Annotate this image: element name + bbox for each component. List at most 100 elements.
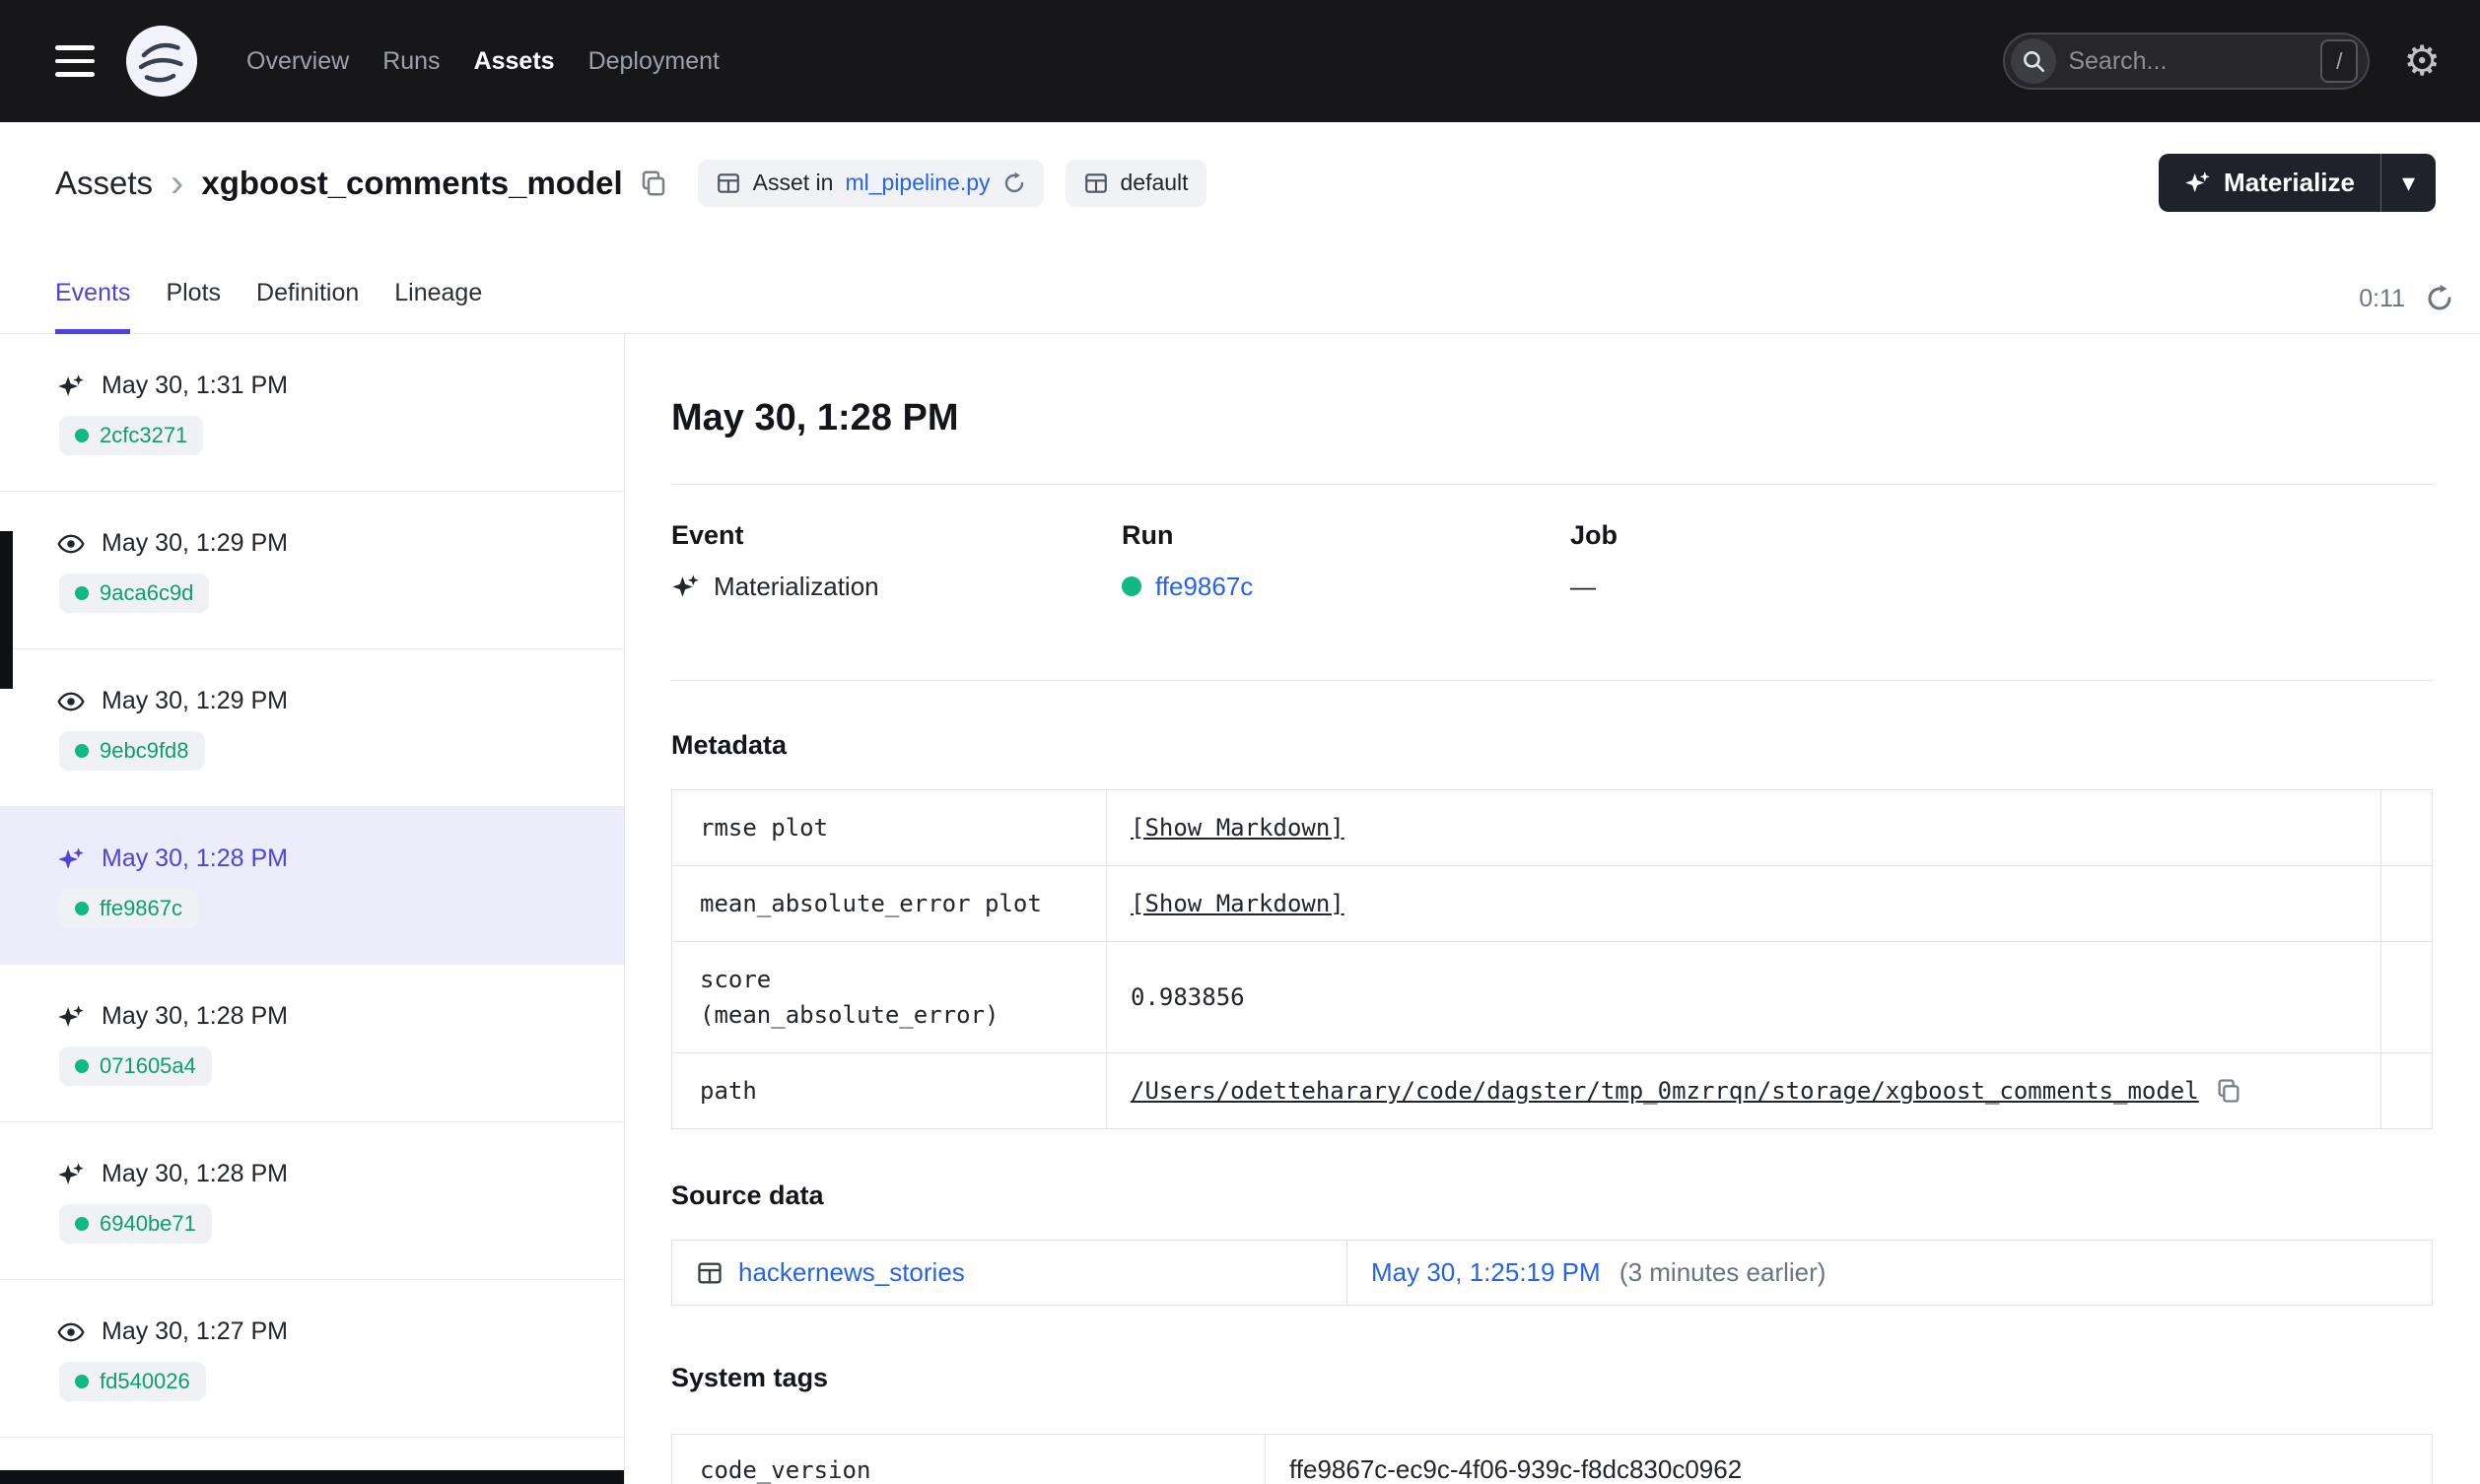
show-markdown-link[interactable]: [Show Markdown] <box>1131 814 1344 842</box>
system-tag-value: ffe9867c-ec9c-4f06-939c-f8dc830c0962 <box>1265 1434 2433 1484</box>
source-time-note: (3 minutes earlier) <box>1619 1257 1826 1287</box>
run-id: 071605a4 <box>100 1053 196 1078</box>
metadata-key: score (mean_absolute_error) <box>671 941 1107 1053</box>
run-id: 6940be71 <box>100 1211 196 1236</box>
system-tags-heading: System tags <box>671 1363 829 1392</box>
sparkle-icon <box>2185 171 2210 193</box>
nav-assets[interactable]: Assets <box>474 47 555 76</box>
run-id: fd540026 <box>100 1369 190 1393</box>
observation-eye-icon <box>57 530 85 558</box>
event-list: May 30, 1:31 PM 2cfc3271 May 30, 1:29 PM… <box>0 334 625 1484</box>
run-tag[interactable]: 2cfc3271 <box>59 416 204 455</box>
job-column-header: Job <box>1570 520 1619 550</box>
event-summary-row: Event Materialization Run ffe9867c Job — <box>671 518 2433 603</box>
materialize-button[interactable]: Materialize <box>2159 154 2380 212</box>
nav-overview[interactable]: Overview <box>246 47 349 76</box>
content: May 30, 1:31 PM 2cfc3271 May 30, 1:29 PM… <box>0 334 2480 1484</box>
breadcrumb-assets-link[interactable]: Assets <box>55 165 153 202</box>
asset-group-badge[interactable]: default <box>1065 159 1206 207</box>
run-status-dot <box>75 586 89 600</box>
chevron-right-icon: › <box>171 161 184 205</box>
asset-definition-badge[interactable]: Asset in ml_pipeline.py <box>697 159 1044 207</box>
scrollbar-vertical-thumb[interactable] <box>0 531 13 689</box>
materialize-dropdown-caret[interactable]: ▾ <box>2380 154 2436 212</box>
path-link[interactable]: /Users/odetteharary/code/dagster/tmp_0mz… <box>1131 1073 2199 1109</box>
asset-in-label: Asset in <box>752 169 834 195</box>
copy-path-icon[interactable] <box>2215 1077 2242 1105</box>
table-row: hackernews_stories May 30, 1:25:19 PM (3… <box>671 1240 2433 1306</box>
table-grid-icon <box>716 170 741 196</box>
event-list-item-2[interactable]: May 30, 1:29 PM 9ebc9fd8 <box>0 649 624 807</box>
run-status-dot <box>75 1059 89 1073</box>
run-status-dot <box>75 902 89 915</box>
table-row: rmse plot [Show Markdown] <box>671 789 2433 866</box>
show-markdown-link[interactable]: [Show Markdown] <box>1131 890 1344 917</box>
run-tag[interactable]: fd540026 <box>59 1362 206 1401</box>
page-title: xgboost_comments_model <box>201 164 623 201</box>
source-time-link[interactable]: May 30, 1:25:19 PM <box>1371 1257 1601 1287</box>
table-grid-icon <box>1083 170 1109 196</box>
table-grid-icon <box>696 1259 723 1287</box>
run-id: 9ebc9fd8 <box>100 738 189 763</box>
settings-gear-icon[interactable]: ⚙ <box>2403 40 2441 82</box>
tab-definition[interactable]: Definition <box>256 279 359 334</box>
materialize-split-button: Materialize ▾ <box>2159 154 2436 212</box>
asset-page-header: Assets › xgboost_comments_model Asset in… <box>0 122 2480 236</box>
tab-lineage[interactable]: Lineage <box>394 279 482 334</box>
search-icon <box>2011 38 2057 84</box>
run-tag[interactable]: ffe9867c <box>59 889 199 928</box>
breadcrumb: Assets › xgboost_comments_model Asset in… <box>55 159 1206 207</box>
table-row: code_version ffe9867c-ec9c-4f06-939c-f8d… <box>671 1434 2433 1484</box>
event-time: May 30, 1:31 PM <box>102 371 288 399</box>
event-list-item-3-selected[interactable]: May 30, 1:28 PM ffe9867c <box>0 807 624 965</box>
run-tag[interactable]: 6940be71 <box>59 1204 212 1244</box>
tab-bar: Events Plots Definition Lineage 0:11 <box>0 236 2480 334</box>
menu-icon[interactable] <box>55 45 95 77</box>
table-row: path /Users/odetteharary/code/dagster/tm… <box>671 1052 2433 1129</box>
run-tag[interactable]: 071605a4 <box>59 1046 212 1086</box>
divider <box>671 680 2433 681</box>
group-name: default <box>1120 169 1189 195</box>
event-list-item-5[interactable]: May 30, 1:28 PM 6940be71 <box>0 1122 624 1280</box>
tab-plots[interactable]: Plots <box>166 279 221 334</box>
materialization-icon <box>671 573 700 601</box>
job-value: — <box>1570 572 1596 601</box>
source-asset-link[interactable]: hackernews_stories <box>738 1257 965 1288</box>
divider <box>671 484 2433 485</box>
event-column-header: Event <box>671 520 744 550</box>
metadata-key: rmse plot <box>671 789 1107 866</box>
scrollbar-horizontal-track[interactable] <box>0 1470 624 1484</box>
materialization-icon <box>57 845 85 873</box>
metadata-key: mean_absolute_error plot <box>671 865 1107 942</box>
tabs: Events Plots Definition Lineage <box>55 279 482 334</box>
run-tag[interactable]: 9aca6c9d <box>59 573 210 613</box>
dagster-logo[interactable] <box>126 26 197 97</box>
materialize-label: Materialize <box>2224 168 2355 197</box>
observation-eye-icon <box>57 1318 85 1346</box>
run-id: 2cfc3271 <box>100 423 188 447</box>
nav-deployment[interactable]: Deployment <box>588 47 720 76</box>
run-tag[interactable]: 9ebc9fd8 <box>59 731 205 771</box>
event-time: May 30, 1:28 PM <box>102 1160 288 1187</box>
event-list-item-1[interactable]: May 30, 1:29 PM 9aca6c9d <box>0 492 624 649</box>
event-detail-panel: May 30, 1:28 PM Event Materialization Ru… <box>625 334 2480 1484</box>
asset-file-link[interactable]: ml_pipeline.py <box>845 169 990 196</box>
search-box[interactable]: / <box>2003 33 2371 90</box>
event-list-item-0[interactable]: May 30, 1:31 PM 2cfc3271 <box>0 334 624 492</box>
table-row: mean_absolute_error plot [Show Markdown] <box>671 865 2433 942</box>
run-link[interactable]: ffe9867c <box>1155 570 1253 603</box>
run-id: ffe9867c <box>100 896 183 920</box>
copy-asset-name-icon[interactable] <box>639 169 668 198</box>
event-list-item-6[interactable]: May 30, 1:27 PM fd540026 <box>0 1280 624 1438</box>
event-list-item-4[interactable]: May 30, 1:28 PM 071605a4 <box>0 965 624 1122</box>
source-data-table: hackernews_stories May 30, 1:25:19 PM (3… <box>671 1240 2433 1306</box>
refresh-icon[interactable] <box>2425 284 2454 313</box>
run-status-dot <box>75 429 89 442</box>
reload-definition-icon[interactable] <box>1002 171 1026 195</box>
search-input[interactable] <box>2056 46 2321 76</box>
refresh-area: 0:11 <box>2359 284 2454 333</box>
nav-runs[interactable]: Runs <box>382 47 440 76</box>
tab-events[interactable]: Events <box>55 279 131 334</box>
run-status-dot <box>75 744 89 758</box>
event-time: May 30, 1:29 PM <box>102 529 288 557</box>
